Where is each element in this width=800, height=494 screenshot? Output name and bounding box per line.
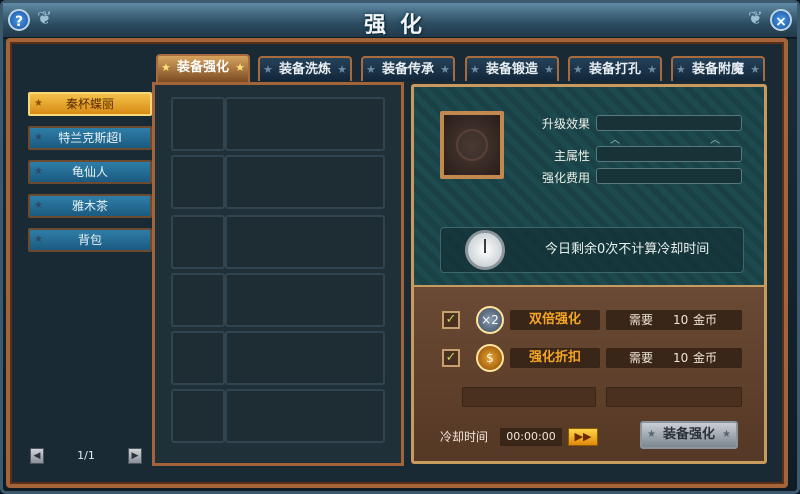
star-icon: ★	[440, 63, 450, 76]
star-icon: ★	[235, 61, 245, 74]
target-equipment-slot[interactable]	[440, 111, 504, 179]
clock-icon	[465, 230, 505, 270]
chevron-up-icon: ︿	[710, 135, 720, 146]
equipment-slot[interactable]	[225, 331, 385, 385]
enhance-equipment-button[interactable]: ★ 装备强化 ★	[640, 421, 738, 449]
double-enhance-checkbox[interactable]: ✓	[442, 311, 460, 329]
star-icon: ★	[34, 98, 43, 109]
equipment-slot[interactable]	[225, 389, 385, 443]
page-indicator: 1/1	[77, 449, 95, 462]
double-enhance-cost: 需要 10 金币	[606, 310, 742, 330]
enhance-cost-value	[596, 168, 742, 184]
title-bar: ? ❦ 强化 ❦ ×	[3, 3, 797, 39]
tab-equip-enchant[interactable]: ★ 装备附魔 ★	[671, 56, 765, 81]
star-icon: ★	[337, 63, 347, 76]
tab-equip-socket[interactable]: ★ 装备打孔 ★	[568, 56, 662, 81]
star-icon: ★	[34, 132, 43, 143]
upgrade-effect-label: 升级效果	[541, 117, 590, 131]
equipment-slot[interactable]	[171, 97, 225, 151]
cooldown-hint-text: 今日剩余0次不计算冷却时间	[545, 242, 710, 257]
upgrade-effect-value	[596, 115, 742, 131]
empty-field	[606, 387, 742, 407]
double-enhance-label: 双倍强化	[510, 310, 600, 330]
equipment-slot[interactable]	[225, 273, 385, 327]
equipment-slot[interactable]	[171, 155, 225, 209]
character-item[interactable]: ★ 背包	[28, 228, 152, 252]
character-list: ★ 秦杯蝶丽 ★ 特兰克斯超Ⅰ ★ 龟仙人 ★ 雅木茶 ★ 背包	[22, 82, 152, 466]
star-icon: ★	[722, 429, 731, 440]
tab-equip-inherit[interactable]: ★ 装备传承 ★	[361, 56, 455, 81]
tab-equip-forge[interactable]: ★ 装备锻造 ★	[465, 56, 559, 81]
character-item[interactable]: ★ 特兰克斯超Ⅰ	[28, 126, 152, 150]
cooldown-timer: 00:00:00	[500, 428, 562, 446]
tab-equip-refine[interactable]: ★ 装备洗炼 ★	[258, 56, 352, 81]
equipment-grid-panel	[152, 82, 404, 466]
enhance-panel: 升级效果 ︿ ︿ 主属性 强化费用 今日剩余0次不计算冷却时间 ✓ ×2 双倍强…	[411, 84, 767, 464]
character-item[interactable]: ★ 龟仙人	[28, 160, 152, 184]
equipment-slot[interactable]	[225, 215, 385, 269]
equipment-slot[interactable]	[171, 389, 225, 443]
star-icon: ★	[750, 63, 760, 76]
close-icon[interactable]: ×	[770, 9, 792, 31]
empty-slot-icon	[456, 129, 488, 161]
star-icon: ★	[161, 61, 171, 74]
star-icon: ★	[470, 63, 480, 76]
star-icon: ★	[263, 63, 273, 76]
character-item[interactable]: ★ 秦杯蝶丽	[28, 92, 152, 116]
star-icon: ★	[573, 63, 583, 76]
enhance-info-area: 升级效果 ︿ ︿ 主属性 强化费用 今日剩余0次不计算冷却时间	[414, 87, 764, 285]
star-icon: ★	[34, 234, 43, 245]
star-icon: ★	[34, 200, 43, 211]
equipment-slot[interactable]	[171, 273, 225, 327]
equipment-slot[interactable]	[225, 97, 385, 151]
main-attribute-value	[596, 146, 742, 162]
star-icon: ★	[544, 63, 554, 76]
double-x2-icon: ×2	[476, 306, 504, 334]
star-icon: ★	[366, 63, 376, 76]
equipment-slot[interactable]	[171, 331, 225, 385]
decor-scroll-icon: ❦	[747, 8, 763, 29]
cooldown-label: 冷却时间	[440, 430, 489, 444]
cooldown-hint-box: 今日剩余0次不计算冷却时间	[440, 227, 744, 273]
arrow-right-icon[interactable]: ▶	[128, 448, 142, 464]
fast-forward-icon[interactable]: ▶▶	[568, 428, 598, 446]
discount-enhance-checkbox[interactable]: ✓	[442, 349, 460, 367]
discount-coin-icon: $	[476, 344, 504, 372]
equipment-slot[interactable]	[171, 215, 225, 269]
character-item[interactable]: ★ 雅木茶	[28, 194, 152, 218]
window-title: 强化	[363, 13, 436, 38]
empty-field	[462, 387, 596, 407]
star-icon: ★	[647, 429, 656, 440]
chevron-up-icon: ︿	[610, 135, 620, 146]
equipment-slot[interactable]	[225, 155, 385, 209]
main-attribute-label: 主属性	[553, 149, 590, 163]
discount-enhance-label: 强化折扣	[510, 348, 600, 368]
star-icon: ★	[647, 63, 657, 76]
pager: ◀ 1/1 ▶	[30, 448, 142, 464]
arrow-left-icon[interactable]: ◀	[30, 448, 44, 464]
enhance-cost-label: 强化费用	[541, 171, 590, 185]
discount-enhance-cost: 需要 10 金币	[606, 348, 742, 368]
tab-equip-enhance[interactable]: ★ 装备强化 ★	[156, 54, 250, 82]
star-icon: ★	[34, 166, 43, 177]
star-icon: ★	[676, 63, 686, 76]
